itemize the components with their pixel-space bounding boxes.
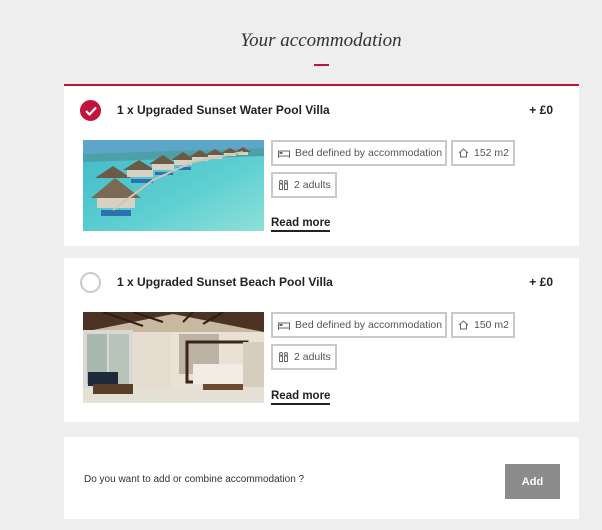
add-button[interactable]: Add	[505, 464, 560, 499]
room-card-beach-villa: 1 x Upgraded Sunset Beach Pool Villa + £…	[64, 258, 579, 422]
house-icon	[458, 320, 469, 330]
bed-type-label: Bed defined by accommodation	[295, 147, 443, 159]
overwater-villas-photo	[83, 140, 264, 231]
room-size-label: 150 m2	[474, 319, 510, 331]
room-select-radio[interactable]	[80, 272, 101, 293]
bed-icon	[278, 149, 290, 158]
room-size-label: 152 m2	[474, 147, 510, 159]
villa-bedroom-interior-photo	[83, 312, 264, 403]
guests-icon	[278, 352, 289, 362]
read-more-link[interactable]: Read more	[271, 217, 331, 232]
bed-icon	[278, 321, 290, 330]
room-price: + £0	[529, 275, 553, 289]
room-size-tag: 150 m2	[451, 312, 515, 338]
guests-tag: 2 adults	[271, 344, 337, 370]
room-select-radio-checked[interactable]	[80, 100, 101, 121]
guests-tag: 2 adults	[271, 172, 337, 198]
read-more-link[interactable]: Read more	[271, 390, 331, 405]
bed-type-label: Bed defined by accommodation	[295, 319, 443, 331]
room-price: + £0	[529, 103, 553, 117]
room-name: 1 x Upgraded Sunset Beach Pool Villa	[117, 275, 333, 289]
guests-icon	[278, 180, 289, 190]
add-accommodation-question: Do you want to add or combine accommodat…	[84, 474, 305, 485]
add-accommodation-card: Do you want to add or combine accommodat…	[64, 437, 579, 519]
guests-label: 2 adults	[294, 351, 331, 363]
room-name: 1 x Upgraded Sunset Water Pool Villa	[117, 103, 330, 117]
room-card-water-villa: 1 x Upgraded Sunset Water Pool Villa + £…	[64, 84, 579, 246]
checkmark-icon	[85, 106, 97, 116]
house-icon	[458, 148, 469, 158]
bed-type-tag: Bed defined by accommodation	[271, 312, 447, 338]
room-size-tag: 152 m2	[451, 140, 515, 166]
bed-type-tag: Bed defined by accommodation	[271, 140, 447, 166]
guests-label: 2 adults	[294, 179, 331, 191]
page-title: Your accommodation	[240, 30, 402, 51]
title-underline	[314, 64, 329, 66]
